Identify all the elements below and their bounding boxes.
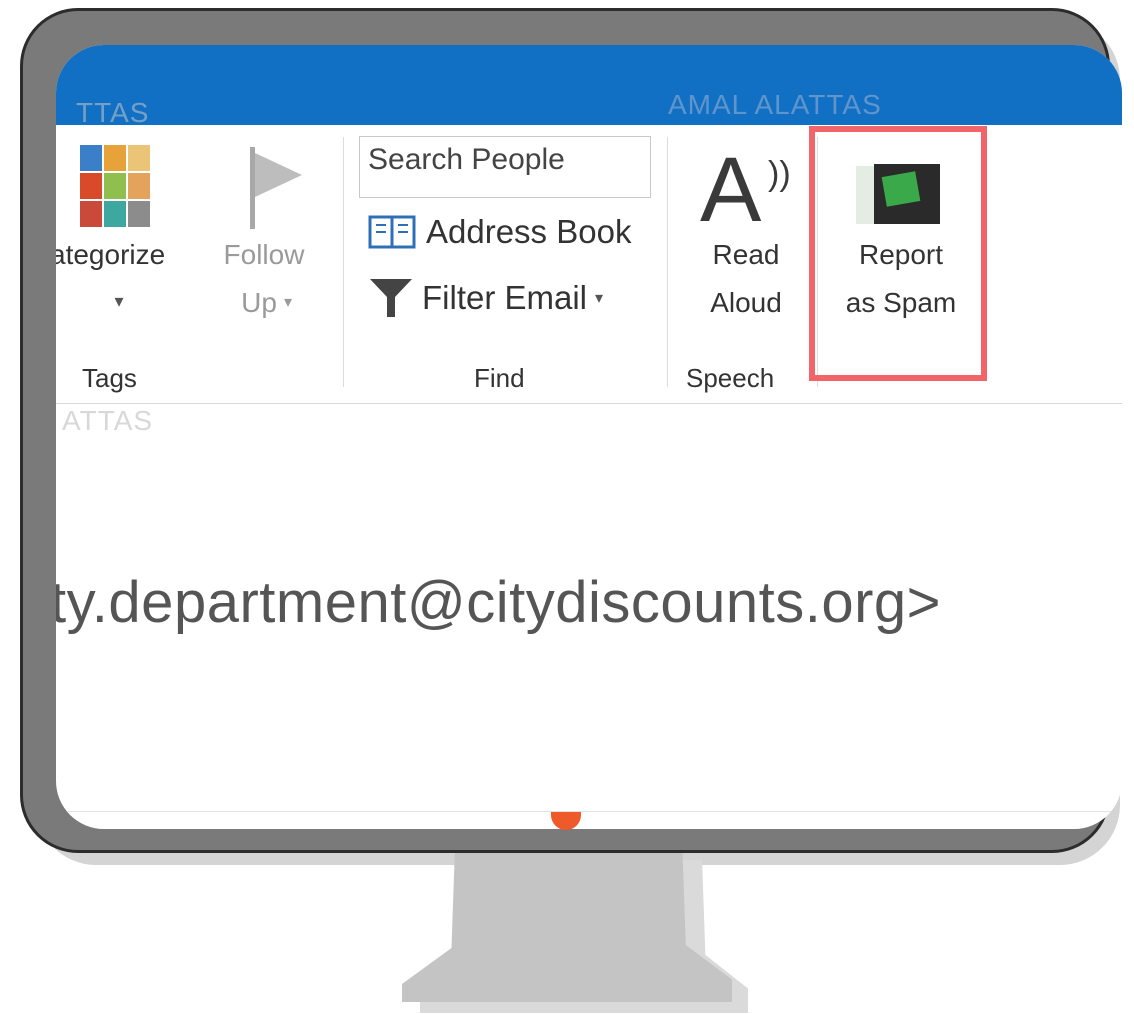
search-people-input[interactable]: Search People [359, 136, 651, 198]
chevron-down-icon[interactable]: ▾ [104, 277, 134, 325]
filter-email-label: Filter Email [422, 279, 588, 316]
divider [56, 811, 1122, 812]
report-spam-label-line2[interactable]: as Spam [826, 279, 976, 327]
categorize-button-label[interactable]: ategorize [56, 231, 210, 279]
monitor-frame: AMAL ALATTAS TTAS ategorize ▾ Follow Up … [20, 8, 1122, 853]
sender-email-address: ty.department@citydiscounts.org> [56, 570, 942, 635]
watermark-fragment: TTAS [76, 97, 150, 128]
user-watermark: AMAL ALATTAS [668, 89, 882, 120]
address-book-label: Address Book [426, 213, 632, 250]
monitor-screen: AMAL ALATTAS TTAS ategorize ▾ Follow Up … [56, 45, 1122, 829]
group-label-speech: Speech [686, 363, 775, 393]
ribbon: TTAS ategorize ▾ Follow Up ▾ Tags Search… [56, 97, 1122, 404]
monitor-stand [402, 852, 732, 1002]
read-aloud-label-line2[interactable]: Aloud [686, 279, 806, 327]
report-spam-icon[interactable] [856, 160, 942, 226]
chevron-down-icon: ▾ [595, 290, 604, 307]
group-label-tags: Tags [82, 363, 137, 393]
group-separator [343, 137, 344, 387]
address-book-button[interactable]: Address Book [368, 213, 631, 251]
report-spam-label-line1[interactable]: Report [826, 231, 976, 279]
follow-up-label-line1[interactable]: Follow [214, 231, 314, 279]
read-aloud-label-line1[interactable]: Read [686, 231, 806, 279]
title-bar [56, 45, 1122, 125]
filter-funnel-icon [370, 279, 412, 317]
watermark-fragment: ATTAS [62, 405, 154, 436]
read-aloud-icon[interactable]: A [700, 144, 761, 236]
group-separator [667, 137, 668, 387]
sound-waves-icon: )) [768, 155, 791, 193]
flag-icon[interactable] [246, 147, 306, 231]
group-label-find: Find [474, 363, 525, 393]
categorize-grid-icon[interactable] [80, 145, 150, 227]
address-book-icon [368, 215, 416, 249]
follow-up-label-line2[interactable]: Up [234, 279, 284, 327]
filter-email-button[interactable]: Filter Email ▾ [368, 277, 603, 319]
chevron-down-icon[interactable]: ▾ [278, 279, 298, 327]
